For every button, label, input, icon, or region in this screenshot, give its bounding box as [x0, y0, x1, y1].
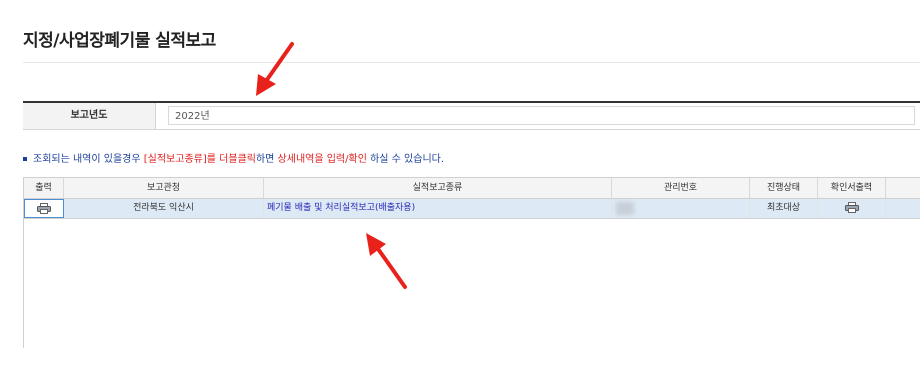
col-mgmt-no[interactable]: 관리번호: [612, 178, 750, 198]
redacted-mgmt-no: [616, 202, 634, 215]
col-report-type[interactable]: 실적보고종류: [264, 178, 612, 198]
grid-header: 출력 보고관청 실적보고종류 관리번호 진행상태 확인서출력: [24, 178, 920, 199]
row-cert-print-button[interactable]: [818, 199, 886, 218]
table-row[interactable]: 전라북도 익산시 폐기물 배출 및 처리실적보고(배출자용) 최초대상: [24, 199, 920, 219]
col-print[interactable]: 출력: [24, 178, 64, 198]
search-form: 보고년도 2022년: [23, 101, 920, 130]
report-year-field[interactable]: 2022년: [168, 106, 915, 125]
row-office: 전라북도 익산시: [64, 199, 264, 218]
notice-bullet-icon: [23, 157, 27, 161]
col-cert-print[interactable]: 확인서출력: [818, 178, 886, 198]
row-report-type[interactable]: 폐기물 배출 및 처리실적보고(배출자용): [264, 199, 612, 218]
page-title: 지정/사업장폐기물 실적보고: [23, 31, 216, 51]
report-grid: 출력 보고관청 실적보고종류 관리번호 진행상태 확인서출력 전라북도 익산시 …: [23, 177, 920, 348]
row-mgmt-no: [612, 199, 750, 218]
printer-icon: [37, 203, 51, 214]
title-divider: [23, 62, 920, 63]
col-office[interactable]: 보고관청: [64, 178, 264, 198]
row-status: 최초대상: [750, 199, 818, 218]
printer-icon: [844, 202, 859, 213]
row-print-button[interactable]: [24, 199, 64, 218]
report-year-label: 보고년도: [23, 103, 156, 129]
notice-text: 조회되는 내역이 있을경우 [실적보고종류]를 더블클릭하면 상세내역을 입력/…: [23, 150, 444, 165]
col-status[interactable]: 진행상태: [750, 178, 818, 198]
